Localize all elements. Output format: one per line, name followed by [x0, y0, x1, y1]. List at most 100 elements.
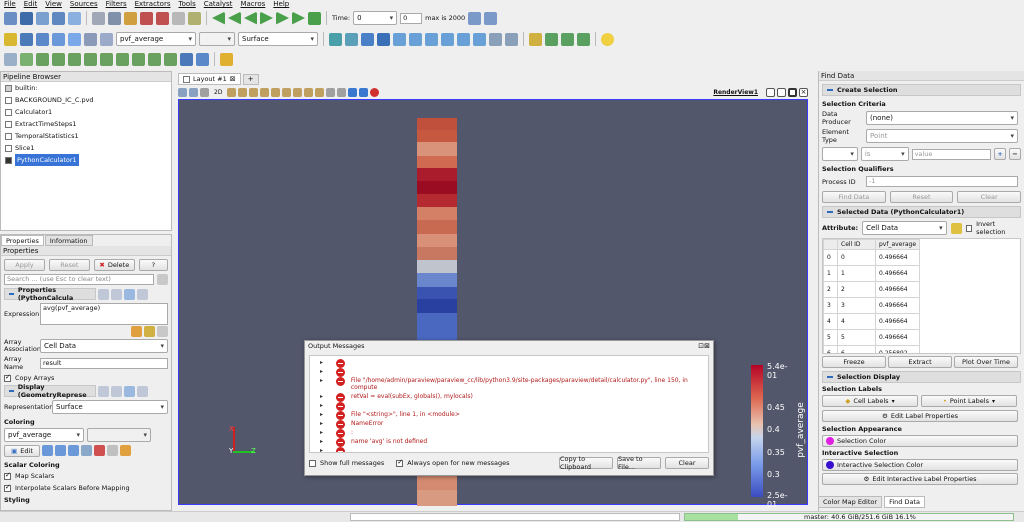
close-icon[interactable]: ⊠	[230, 75, 236, 83]
eye-icon[interactable]	[5, 120, 12, 128]
clear-find-button[interactable]: Clear	[957, 191, 1022, 203]
message-row[interactable]: ▸ retVal = eval(subEx, globals(), mylocal…	[310, 393, 708, 402]
split-vertical-icon[interactable]	[189, 87, 198, 97]
component-select[interactable]	[199, 32, 235, 46]
coloring-select[interactable]: pvf_average	[4, 428, 84, 442]
table-row[interactable]: 3 3 0.496664	[823, 297, 921, 314]
show-full-checkbox[interactable]	[309, 459, 316, 467]
table-row[interactable]: 2 2 0.496664	[823, 281, 921, 298]
extract-level-icon[interactable]	[164, 52, 177, 66]
rescale-visible-icon[interactable]	[68, 445, 79, 456]
undo-icon[interactable]	[140, 11, 153, 25]
render-view-label[interactable]: RenderView1	[713, 89, 758, 96]
message-row[interactable]: ▸ name 'avg' is not defined	[310, 438, 708, 447]
edit-label-properties-button[interactable]: ⚙ Edit Label Properties	[822, 410, 1018, 422]
warp-vector-icon[interactable]	[132, 52, 145, 66]
delete-button[interactable]: ✖ Delete	[93, 259, 135, 271]
set-view-x-plus-icon[interactable]	[393, 32, 406, 46]
gear-icon[interactable]	[137, 385, 148, 397]
eye-icon[interactable]	[5, 132, 12, 140]
gear-icon[interactable]	[157, 274, 168, 285]
selection-display-header[interactable]: Selection Display	[822, 371, 1021, 383]
time-inspector-icon[interactable]	[468, 11, 482, 25]
message-row[interactable]: ▸	[310, 368, 708, 377]
light-kit-icon[interactable]	[601, 32, 614, 46]
always-open-checkbox[interactable]	[396, 458, 404, 467]
rescale-icon[interactable]	[36, 32, 49, 46]
extract-subset-icon[interactable]	[84, 52, 97, 66]
close-view-icon[interactable]: ×	[799, 87, 808, 97]
column-header[interactable]: pvf_average	[874, 239, 921, 250]
camera-undo-icon[interactable]	[172, 11, 185, 25]
set-view-z-plus-icon[interactable]	[457, 32, 470, 46]
display-section-header[interactable]: Display (GeometryReprese	[4, 383, 96, 399]
tab-find-data[interactable]: Find Data	[884, 496, 925, 508]
python-shell-icon[interactable]	[124, 11, 137, 25]
manage-plugins-icon[interactable]	[108, 11, 121, 25]
hover-cells-icon[interactable]	[337, 87, 347, 97]
eye-icon[interactable]	[5, 156, 12, 164]
tab-properties[interactable]: Properties	[1, 235, 44, 246]
message-row[interactable]: ▸ NameError	[310, 420, 708, 429]
freeze-button[interactable]: Freeze	[822, 356, 886, 368]
create-selection-header[interactable]: Create Selection	[822, 84, 1021, 96]
table-row[interactable]: 1 1 0.496664	[823, 265, 921, 282]
reset-button[interactable]: Reset	[48, 259, 90, 271]
pipeline-item[interactable]: Calculator1	[1, 106, 171, 118]
split-view-horizontal-icon[interactable]	[766, 87, 775, 97]
color-toggle-icon[interactable]	[4, 32, 17, 46]
copy-clipboard-button[interactable]: Copy to Clipboard	[559, 455, 613, 471]
stream-tracer-icon[interactable]	[116, 52, 129, 66]
edit-interactive-label-properties-button[interactable]: ⚙ Edit Interactive Label Properties	[822, 473, 1018, 485]
copy-icon[interactable]	[98, 385, 109, 397]
menu-sources[interactable]: Sources	[70, 0, 98, 8]
split-view-vertical-icon[interactable]	[777, 87, 786, 97]
extract-button[interactable]: Extract	[888, 356, 952, 368]
query-operator-select[interactable]: is	[860, 147, 909, 161]
save-state-icon[interactable]	[52, 11, 65, 25]
table-row[interactable]: 0 0 0.496664	[823, 249, 921, 266]
gear-icon[interactable]	[137, 288, 148, 300]
point-labels-button[interactable]: • Point Labels ▾	[921, 395, 1017, 407]
toggle-scalarbar-icon[interactable]	[100, 32, 113, 46]
pipeline-item[interactable]: builtin:	[1, 82, 171, 94]
play-icon[interactable]	[260, 11, 273, 25]
expression-field[interactable]: avg(pvf_average)	[40, 303, 168, 325]
set-view-z-minus-icon[interactable]	[473, 32, 486, 46]
select-points-through-icon[interactable]	[260, 87, 270, 97]
attribute-select[interactable]: Cell Data	[862, 221, 947, 235]
selection-color-button[interactable]: Selection Color	[822, 435, 1018, 447]
connect-icon[interactable]	[68, 11, 81, 25]
eye-icon[interactable]	[5, 144, 12, 152]
group-datasets-icon[interactable]	[148, 52, 161, 66]
rescale-icon[interactable]	[42, 445, 53, 456]
first-frame-icon[interactable]	[212, 11, 225, 25]
add-query-button[interactable]: +	[994, 148, 1007, 160]
eye-icon[interactable]	[5, 96, 12, 104]
timestep-input[interactable]: 0	[400, 12, 423, 24]
query-value-field[interactable]: value	[911, 148, 992, 160]
apply-button[interactable]: Apply	[4, 259, 45, 271]
color-array-select[interactable]: pvf_average	[116, 32, 196, 46]
clear-expression-icon[interactable]	[157, 326, 168, 337]
coloring-component-select[interactable]	[87, 428, 151, 442]
menu-catalyst[interactable]: Catalyst	[204, 0, 233, 8]
scalar-bar-icon[interactable]	[94, 445, 105, 456]
message-row[interactable]: ▸	[310, 402, 708, 411]
hover-points-icon[interactable]	[326, 87, 336, 97]
menu-help[interactable]: Help	[273, 0, 289, 8]
capture-screenshot-icon[interactable]	[200, 87, 209, 97]
interpolate-scalars-checkbox[interactable]	[4, 483, 11, 492]
interactive-color-button[interactable]: Interactive Selection Color	[822, 459, 1018, 471]
clear-selection-icon[interactable]	[370, 87, 380, 97]
time-value-select[interactable]: 0	[353, 11, 398, 25]
save-data-icon[interactable]	[20, 11, 33, 25]
glyph-filter-icon[interactable]	[100, 52, 113, 66]
shrink-selection-icon[interactable]	[359, 87, 369, 97]
disconnect-icon[interactable]	[92, 11, 105, 25]
rescale-time-icon[interactable]	[84, 32, 97, 46]
array-name-field[interactable]: result	[40, 357, 168, 369]
loop-icon[interactable]	[308, 11, 321, 25]
menu-macros[interactable]: Macros	[240, 0, 265, 8]
edit-colormap-button[interactable]: ▣ Edit	[4, 445, 40, 457]
